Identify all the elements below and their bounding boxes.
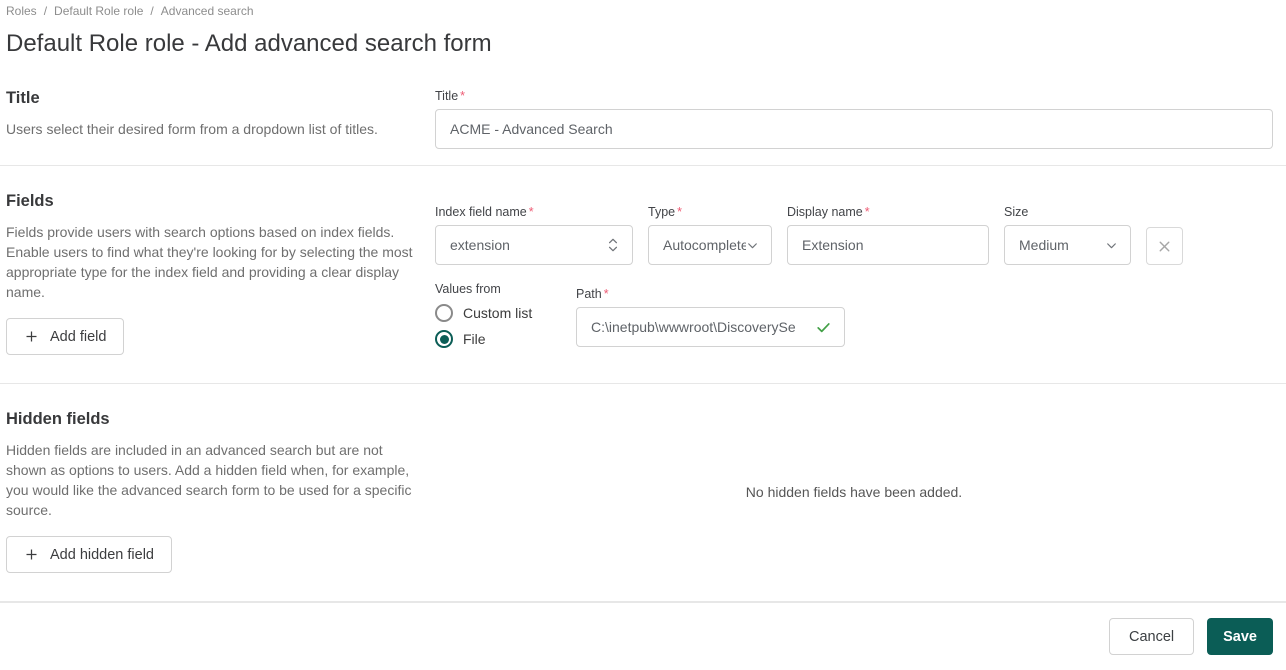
index-field-column: Index field name* extension <box>435 205 633 265</box>
chevron-down-icon <box>1105 239 1118 252</box>
fields-section-form: Index field name* extension Type* Autoco… <box>435 192 1273 355</box>
hidden-fields-empty-message: No hidden fields have been added. <box>435 410 1273 573</box>
path-column: Path* C:\inetpub\wwwroot\DiscoverySe <box>576 282 845 348</box>
radio-icon <box>435 304 453 322</box>
title-section: Title Users select their desired form fr… <box>0 58 1286 166</box>
form-footer: Cancel Save <box>0 602 1286 670</box>
radio-file-label: File <box>463 331 486 347</box>
title-section-info: Title Users select their desired form fr… <box>6 89 416 149</box>
path-input[interactable]: C:\inetpub\wwwroot\DiscoverySe <box>576 307 845 347</box>
page-title: Default Role role - Add advanced search … <box>6 30 1286 58</box>
size-column: Size Medium <box>1004 205 1131 265</box>
title-input-value: ACME - Advanced Search <box>450 121 1260 137</box>
index-field-value: extension <box>450 237 606 253</box>
title-input[interactable]: ACME - Advanced Search <box>435 109 1273 149</box>
add-field-button-label: Add field <box>50 329 106 345</box>
hidden-fields-heading: Hidden fields <box>6 410 416 429</box>
add-hidden-field-button[interactable]: Add hidden field <box>6 536 172 573</box>
unfold-more-icon <box>606 237 620 253</box>
title-field-label: Title* <box>435 89 1273 103</box>
index-field-combobox[interactable]: extension <box>435 225 633 265</box>
cancel-button[interactable]: Cancel <box>1109 618 1194 655</box>
breadcrumb-separator: / <box>150 4 153 18</box>
radio-custom-list[interactable]: Custom list <box>435 304 576 322</box>
title-section-description: Users select their desired form from a d… <box>6 119 416 139</box>
display-name-column: Display name* Extension <box>787 205 989 265</box>
size-select[interactable]: Medium <box>1004 225 1131 265</box>
type-select[interactable]: Autocomplete <box>648 225 772 265</box>
values-from-label: Values from <box>435 282 576 296</box>
fields-section-description: Fields provide users with search options… <box>6 222 416 302</box>
add-hidden-field-button-label: Add hidden field <box>50 547 154 563</box>
type-column: Type* Autocomplete <box>648 205 772 265</box>
plus-icon <box>24 547 39 562</box>
radio-icon <box>435 330 453 348</box>
path-label: Path* <box>576 287 845 301</box>
values-from-group: Values from Custom list File <box>435 282 576 348</box>
breadcrumb-separator: / <box>44 4 47 18</box>
display-name-label: Display name* <box>787 205 989 219</box>
size-select-value: Medium <box>1019 237 1105 253</box>
required-asterisk: * <box>604 287 609 301</box>
hidden-fields-section: Hidden fields Hidden fields are included… <box>0 384 1286 602</box>
chevron-down-icon <box>746 239 759 252</box>
required-asterisk: * <box>677 205 682 219</box>
display-name-input[interactable]: Extension <box>787 225 989 265</box>
display-name-value: Extension <box>802 237 976 253</box>
plus-icon <box>24 329 39 344</box>
add-field-button[interactable]: Add field <box>6 318 124 355</box>
hidden-fields-description: Hidden fields are included in an advance… <box>6 440 416 520</box>
breadcrumb-item-default-role-role[interactable]: Default Role role <box>54 4 143 18</box>
title-section-heading: Title <box>6 89 416 108</box>
breadcrumb-item-advanced-search: Advanced search <box>161 4 254 18</box>
check-icon <box>815 319 832 336</box>
radio-custom-list-label: Custom list <box>463 305 532 321</box>
breadcrumb-item-roles[interactable]: Roles <box>6 4 37 18</box>
fields-section-heading: Fields <box>6 192 416 211</box>
size-label: Size <box>1004 205 1131 219</box>
close-icon <box>1156 238 1173 255</box>
required-asterisk: * <box>865 205 870 219</box>
required-asterisk: * <box>529 205 534 219</box>
type-select-value: Autocomplete <box>663 237 746 253</box>
breadcrumb: Roles / Default Role role / Advanced sea… <box>0 0 1286 18</box>
field-row: Index field name* extension Type* Autoco… <box>435 205 1273 265</box>
type-label: Type* <box>648 205 772 219</box>
path-input-value: C:\inetpub\wwwroot\DiscoverySe <box>591 319 809 335</box>
hidden-fields-info: Hidden fields Hidden fields are included… <box>6 410 416 573</box>
index-field-label: Index field name* <box>435 205 633 219</box>
remove-field-button[interactable] <box>1146 227 1183 265</box>
values-from-row: Values from Custom list File Path* C:\in… <box>435 282 1273 348</box>
fields-section-info: Fields Fields provide users with search … <box>6 192 416 355</box>
title-section-form: Title* ACME - Advanced Search <box>435 89 1273 149</box>
required-asterisk: * <box>460 89 465 103</box>
fields-section: Fields Fields provide users with search … <box>0 166 1286 384</box>
save-button[interactable]: Save <box>1207 618 1273 655</box>
radio-file[interactable]: File <box>435 330 576 348</box>
